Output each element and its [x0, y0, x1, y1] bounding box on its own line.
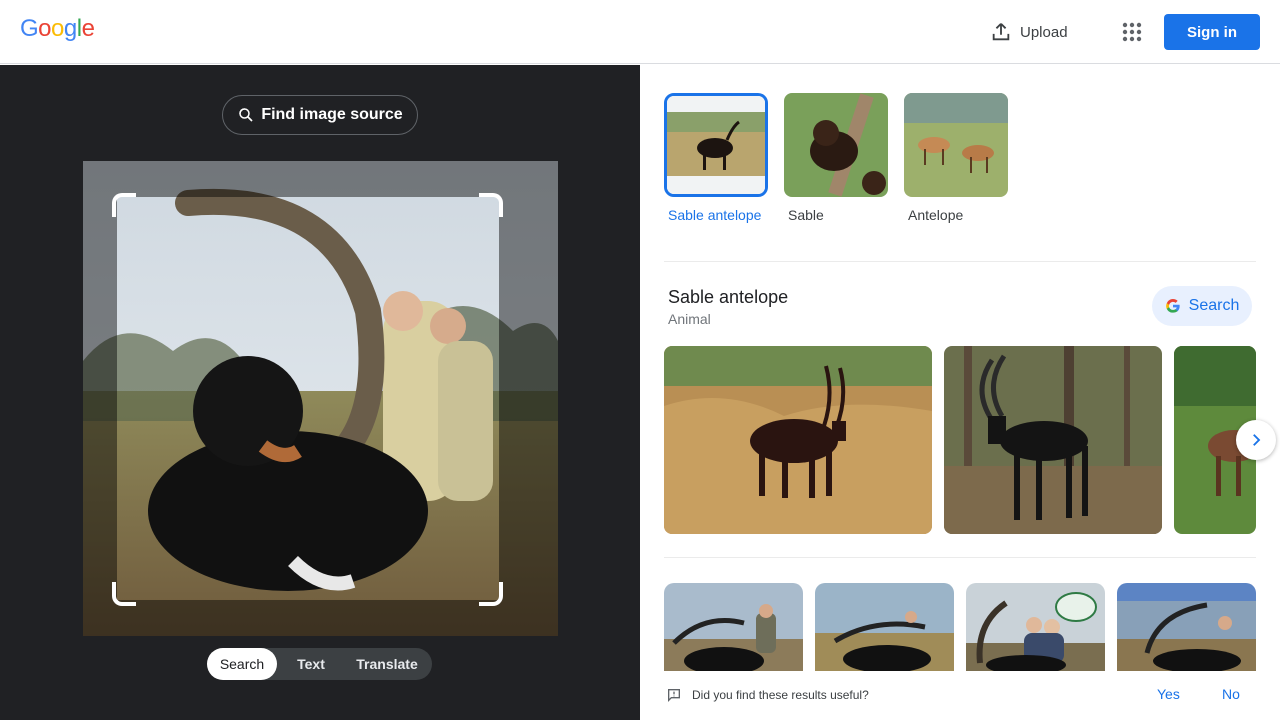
crop-handle-bottom-right[interactable]	[479, 582, 503, 606]
chevron-right-icon	[1253, 434, 1261, 446]
google-logo[interactable]: Google	[20, 15, 95, 43]
feedback-yes-button[interactable]: Yes	[1157, 686, 1180, 702]
feedback-icon	[668, 689, 680, 702]
entity-search-label: Search	[1188, 297, 1240, 314]
tab-translate[interactable]: Translate	[345, 648, 429, 680]
chip-label: Sable antelope	[668, 207, 762, 223]
divider	[664, 261, 1256, 262]
results-panel: Sable antelope Sable Antelope Sable ante…	[640, 65, 1280, 720]
crop-shade-right	[499, 197, 558, 600]
crop-shade-left	[83, 197, 117, 600]
feedback-no-button[interactable]: No	[1222, 686, 1240, 702]
chip-thumbnail	[904, 93, 1008, 197]
chip-sable[interactable]: Sable	[784, 93, 888, 225]
next-arrow-button[interactable]	[1236, 420, 1276, 460]
tab-text[interactable]: Text	[277, 648, 345, 680]
lens-search-icon	[239, 108, 253, 122]
query-image[interactable]	[83, 161, 558, 636]
chip-thumbnail	[664, 93, 768, 197]
lens-mode-tabs: Search Text Translate	[207, 648, 432, 680]
gallery-image[interactable]	[944, 346, 1162, 534]
feedback-question: Did you find these results useful?	[692, 688, 869, 702]
refinement-chips: Sable antelope Sable Antelope	[664, 93, 1008, 225]
gallery-image[interactable]	[664, 346, 932, 534]
crop-handle-top-right[interactable]	[479, 193, 503, 217]
find-image-source-label: Find image source	[261, 106, 403, 123]
divider	[664, 557, 1256, 558]
sign-in-button[interactable]: Sign in	[1164, 14, 1260, 50]
top-bar: Google Upload Sign in	[0, 0, 1280, 64]
upload-button[interactable]: Upload	[990, 16, 1068, 48]
chip-thumbnail	[784, 93, 888, 197]
chip-antelope[interactable]: Antelope	[904, 93, 1008, 225]
chip-label: Sable	[788, 207, 824, 223]
apps-grid-icon[interactable]	[1120, 20, 1144, 44]
feedback-bar: Did you find these results useful? Yes N…	[640, 671, 1280, 720]
result-thumbnail[interactable]	[664, 583, 803, 671]
result-thumbnail[interactable]	[966, 583, 1105, 671]
chip-label: Antelope	[908, 207, 964, 223]
entity-title[interactable]: Sable antelope	[668, 287, 788, 308]
crop-shade-top	[83, 161, 558, 197]
upload-label: Upload	[1020, 23, 1068, 41]
lens-image-panel: Find image source Search Text Translate	[0, 65, 640, 720]
crop-handle-bottom-left[interactable]	[112, 582, 136, 606]
entity-subtitle: Animal	[668, 311, 711, 327]
crop-handle-top-left[interactable]	[112, 193, 136, 217]
result-thumbnail[interactable]	[1117, 583, 1256, 671]
chip-sable-antelope[interactable]: Sable antelope	[664, 93, 768, 225]
entity-search-button[interactable]: Search	[1152, 286, 1252, 326]
result-thumbnail[interactable]	[815, 583, 954, 671]
google-g-icon	[1165, 298, 1180, 313]
find-image-source-button[interactable]: Find image source	[222, 95, 418, 135]
tab-search[interactable]: Search	[207, 648, 277, 680]
upload-icon	[992, 23, 1010, 41]
query-photo	[83, 161, 558, 636]
